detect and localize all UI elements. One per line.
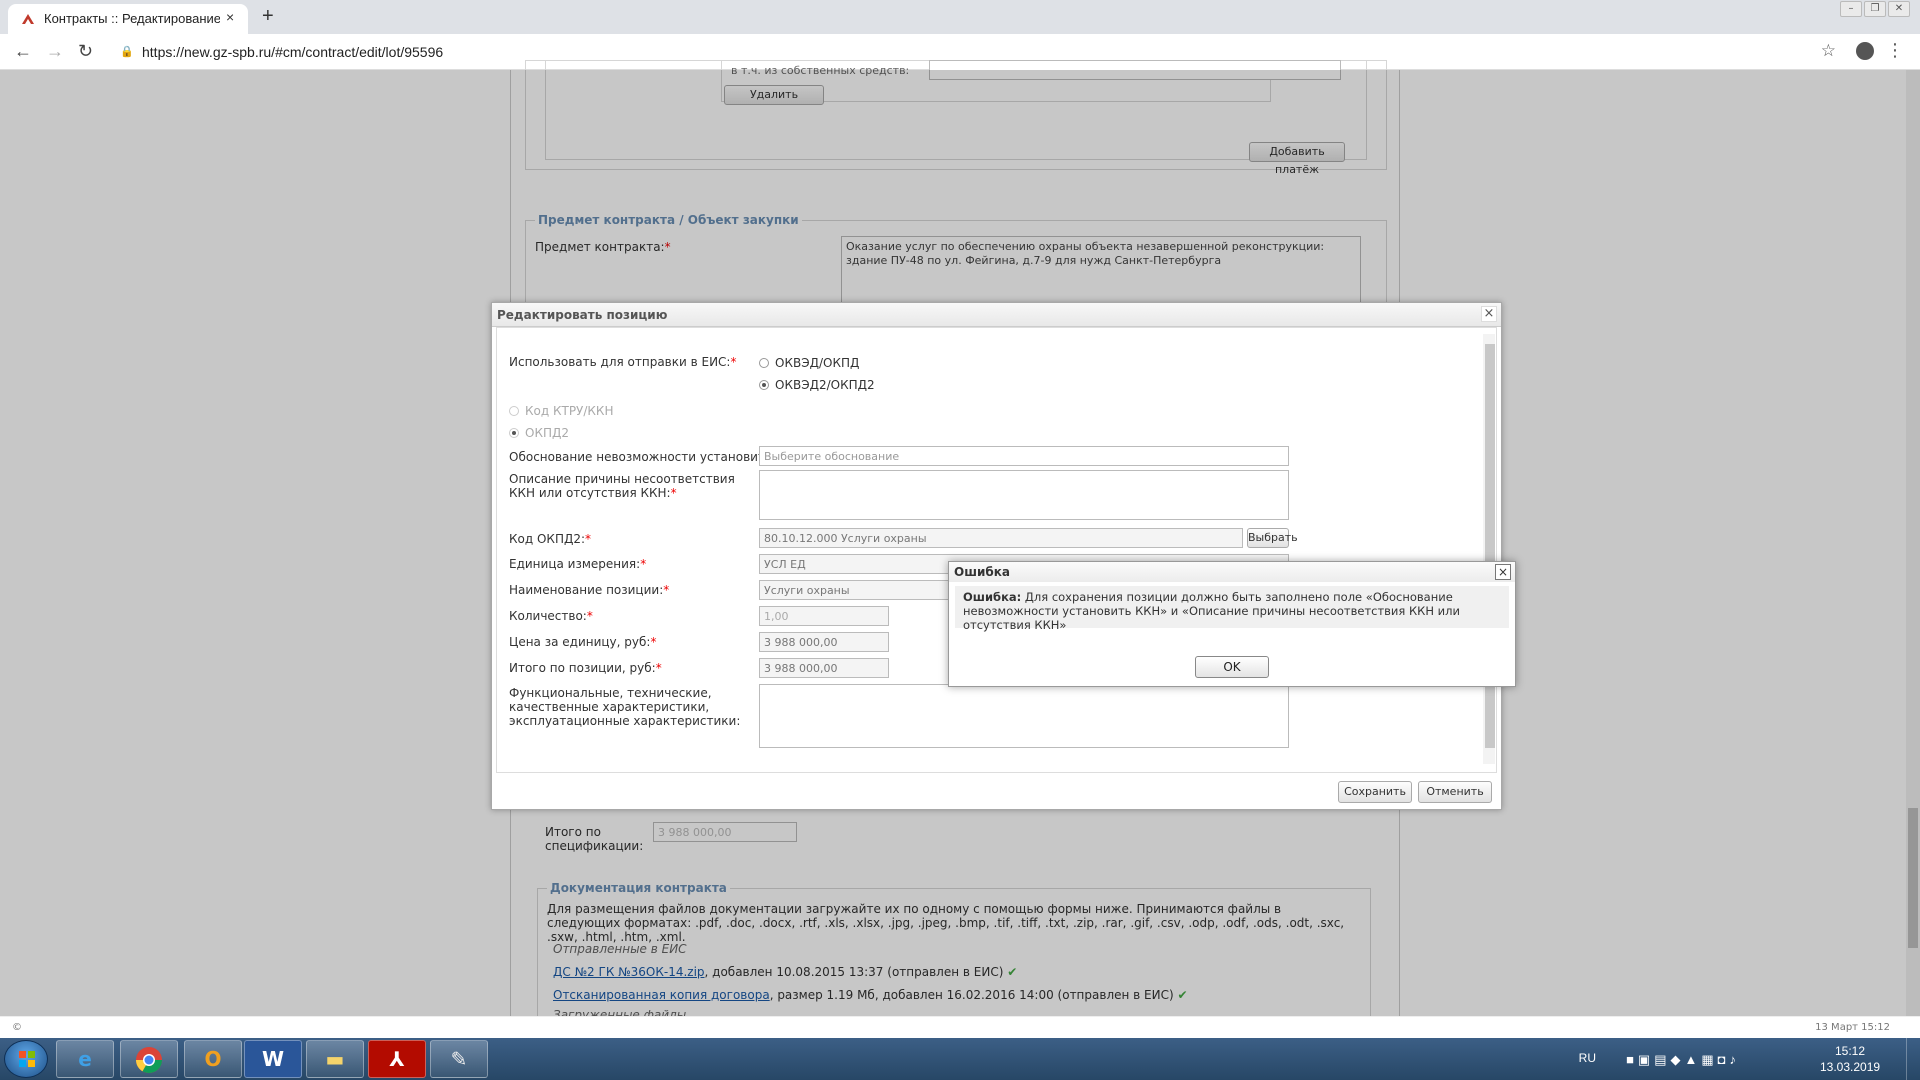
radio-okved-okpd[interactable] [759, 358, 769, 368]
total-label: Итого по позиции, руб:* [509, 661, 662, 675]
reload-icon[interactable]: ↻ [78, 41, 93, 62]
site-favicon-icon [22, 14, 34, 24]
chars-textarea[interactable] [759, 684, 1289, 748]
tab-title: Контракты :: Редактирование ко [44, 11, 220, 26]
tray-icons[interactable]: ■▣▤◆▲▦◘♪ [1626, 1052, 1740, 1068]
restore-icon[interactable]: ❐ [1864, 1, 1886, 17]
footer-copyright: © [12, 1022, 22, 1033]
account-icon[interactable] [1856, 42, 1874, 60]
minimize-icon[interactable]: – [1840, 1, 1862, 17]
windows-logo-icon [19, 1051, 35, 1067]
radio-okved2-okpd2-label: ОКВЭД2/ОКПД2 [775, 378, 875, 392]
qty-label: Количество:* [509, 609, 593, 623]
new-tab-button[interactable]: + [262, 5, 274, 28]
choose-okpd2-button[interactable]: Выбрать [1247, 528, 1298, 548]
tray-date: 13.03.2019 [1820, 1060, 1881, 1074]
browser-tab-strip: Контракты :: Редактирование ко × + – ❐ ✕ [0, 0, 1920, 34]
error-dialog-title: Ошибка [954, 565, 1010, 579]
dialog-body: Использовать для отправки в ЕИС:* ОКВЭД/… [496, 327, 1497, 773]
total-field: 3 988 000,00 [759, 658, 889, 678]
dialog-close-icon[interactable]: × [1481, 306, 1497, 322]
footer-date: 13 Март 15:12 [1815, 1022, 1890, 1033]
taskbar-explorer-icon[interactable]: ▬ [306, 1040, 364, 1078]
okpd2-label: Код ОКПД2:* [509, 532, 592, 546]
tab-close-icon[interactable]: × [226, 9, 234, 25]
show-desktop-button[interactable] [1906, 1038, 1920, 1080]
desc-label: Описание причины несоответствия ККН или … [509, 472, 735, 500]
tray-time: 15:12 [1834, 1044, 1866, 1058]
error-close-icon[interactable]: × [1495, 564, 1511, 580]
name-label: Наименование позиции:* [509, 583, 670, 597]
cancel-button[interactable]: Отменить [1418, 781, 1492, 803]
radio-ktru[interactable] [509, 406, 519, 416]
back-icon[interactable]: ← [14, 41, 32, 62]
error-message: Ошибка: Для сохранения позиции должно бы… [955, 586, 1509, 632]
radio-okved2-okpd2[interactable] [759, 380, 769, 390]
browser-menu-icon[interactable]: ⋮ [1886, 40, 1904, 61]
close-window-icon[interactable]: ✕ [1888, 1, 1910, 17]
taskbar-word-icon[interactable]: W [244, 1040, 302, 1078]
desc-textarea[interactable] [759, 470, 1289, 520]
taskbar-chrome-icon[interactable] [120, 1040, 178, 1078]
bookmark-star-icon[interactable]: ☆ [1821, 41, 1836, 61]
radio-okpd2-label: ОКПД2 [525, 426, 569, 440]
url-text: https://new.gz-spb.ru/#cm/contract/edit/… [142, 44, 444, 60]
save-button[interactable]: Сохранить [1338, 781, 1412, 803]
start-button[interactable] [4, 1040, 48, 1078]
dialog-title: Редактировать позицию [497, 308, 668, 322]
taskbar-acrobat-icon[interactable]: ⅄ [368, 1040, 426, 1078]
unit-label: Единица измерения:* [509, 557, 647, 571]
lock-icon: 🔒 [120, 46, 134, 58]
forward-icon[interactable]: → [46, 41, 64, 62]
chars-label: Функциональные, технические, качественны… [509, 686, 741, 728]
windows-taskbar: e O W ▬ ⅄ ✎ RU ■▣▤◆▲▦◘♪ 15:12 13.03.2019 [0, 1038, 1920, 1080]
use-eis-label: Использовать для отправки в ЕИС:* [509, 355, 737, 369]
radio-ktru-label: Код КТРУ/ККН [525, 404, 614, 418]
edit-position-dialog: Редактировать позицию × Использовать для… [491, 302, 1502, 810]
radio-okved-okpd-label: ОКВЭД/ОКПД [775, 356, 860, 370]
ok-button[interactable]: OK [1195, 656, 1269, 678]
taskbar-ie-icon[interactable]: e [56, 1040, 114, 1078]
okpd2-field: 80.10.12.000 Услуги охраны [759, 528, 1243, 548]
dialog-scrollbar-thumb[interactable] [1485, 344, 1495, 748]
error-dialog: Ошибка × Ошибка: Для сохранения позиции … [948, 561, 1516, 687]
taskbar-outlook-icon[interactable]: O [184, 1040, 242, 1078]
window-controls: – ❐ ✕ [1838, 0, 1910, 18]
error-dialog-header: Ошибка × [949, 562, 1515, 582]
chrome-icon [135, 1047, 163, 1074]
language-indicator[interactable]: RU [1579, 1051, 1596, 1065]
qty-field: 1,00 [759, 606, 889, 626]
taskbar-paint-icon[interactable]: ✎ [430, 1040, 488, 1078]
radio-okpd2[interactable] [509, 428, 519, 438]
price-label: Цена за единицу, руб:* [509, 635, 657, 649]
price-field: 3 988 000,00 [759, 632, 889, 652]
browser-tab[interactable]: Контракты :: Редактирование ко × [8, 4, 248, 34]
dialog-header: Редактировать позицию × [492, 303, 1501, 327]
reason-select[interactable]: Выберите обоснование [759, 446, 1289, 466]
page-footer: © 13 Март 15:12 [0, 1016, 1920, 1038]
